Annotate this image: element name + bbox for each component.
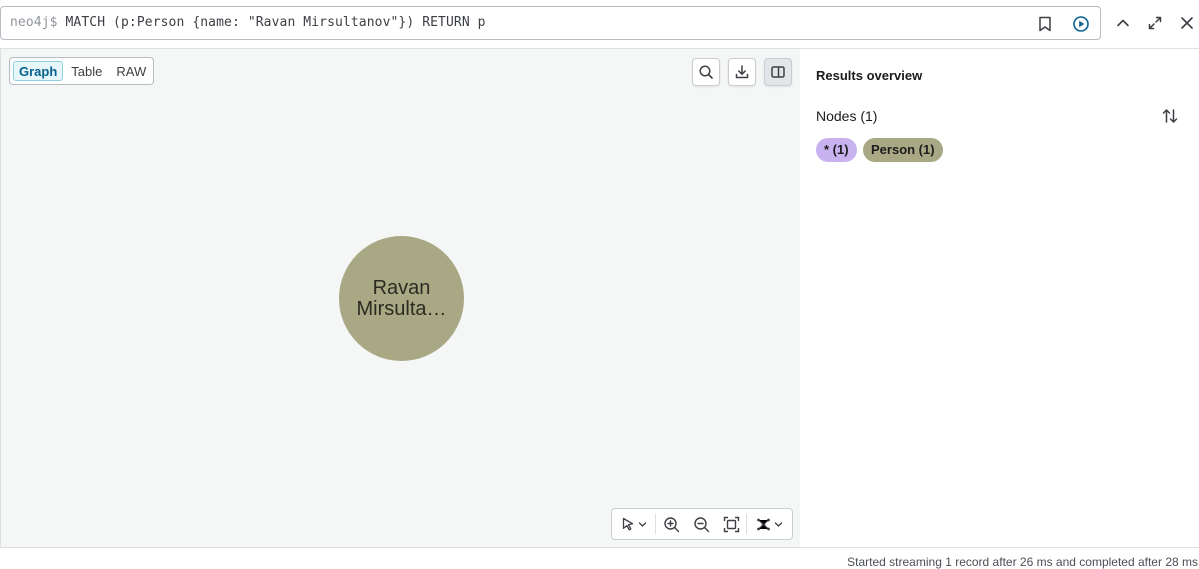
- zoom-out-button[interactable]: [686, 509, 716, 539]
- results-overview-title: Results overview: [816, 68, 923, 83]
- canvas-toolbar: [611, 508, 793, 540]
- label-pill-person[interactable]: Person (1): [863, 138, 943, 162]
- result-frame: Graph Table RAW Ravan Mirsulta… Results …: [0, 48, 1199, 548]
- graph-canvas[interactable]: Graph Table RAW Ravan Mirsulta…: [0, 49, 800, 547]
- node-label-line1: Ravan: [372, 276, 431, 299]
- query-editor[interactable]: neo4j$ MATCH (p:Person {name: "Ravan Mir…: [0, 6, 1101, 40]
- zoom-out-icon: [693, 516, 710, 533]
- sort-icon[interactable]: [1160, 106, 1180, 126]
- zoom-in-button[interactable]: [656, 509, 686, 539]
- layout-icon: [756, 517, 783, 532]
- fit-icon: [723, 516, 740, 533]
- tab-graph[interactable]: Graph: [13, 61, 64, 81]
- tab-raw[interactable]: RAW: [110, 61, 152, 81]
- nodes-count-label: Nodes (1): [816, 108, 878, 124]
- query-text[interactable]: neo4j$ MATCH (p:Person {name: "Ravan Mir…: [10, 15, 486, 30]
- zoom-in-icon: [663, 516, 680, 533]
- bookmark-icon[interactable]: [1035, 14, 1055, 34]
- download-button[interactable]: [728, 58, 756, 86]
- results-overview-panel: Results overview Nodes (1) * (1) Person …: [800, 49, 1199, 547]
- select-mode-icon: [621, 517, 647, 532]
- graph-node[interactable]: Ravan Mirsulta…: [339, 236, 464, 361]
- label-pill-all[interactable]: * (1): [816, 138, 857, 162]
- search-icon: [698, 64, 714, 80]
- run-icon[interactable]: [1071, 14, 1091, 34]
- tab-table[interactable]: Table: [65, 61, 108, 81]
- panel-toggle-button[interactable]: [764, 58, 792, 86]
- status-message: Started streaming 1 record after 26 ms a…: [847, 555, 1198, 569]
- close-icon[interactable]: [1177, 13, 1197, 33]
- layout-button[interactable]: [747, 509, 791, 539]
- panel-toggle-icon: [770, 64, 786, 80]
- search-button[interactable]: [692, 58, 720, 86]
- view-tabs: Graph Table RAW: [9, 57, 154, 85]
- collapse-icon[interactable]: [1113, 13, 1133, 33]
- download-icon: [734, 64, 750, 80]
- node-label: Ravan Mirsulta…: [352, 276, 452, 320]
- select-mode-button[interactable]: [612, 509, 655, 539]
- fullscreen-icon[interactable]: [1145, 13, 1165, 33]
- query-prompt: neo4j$: [10, 15, 58, 30]
- fit-button[interactable]: [716, 509, 746, 539]
- query-code[interactable]: MATCH (p:Person {name: "Ravan Mirsultano…: [66, 15, 486, 30]
- node-label-line2: Mirsulta…: [356, 297, 447, 320]
